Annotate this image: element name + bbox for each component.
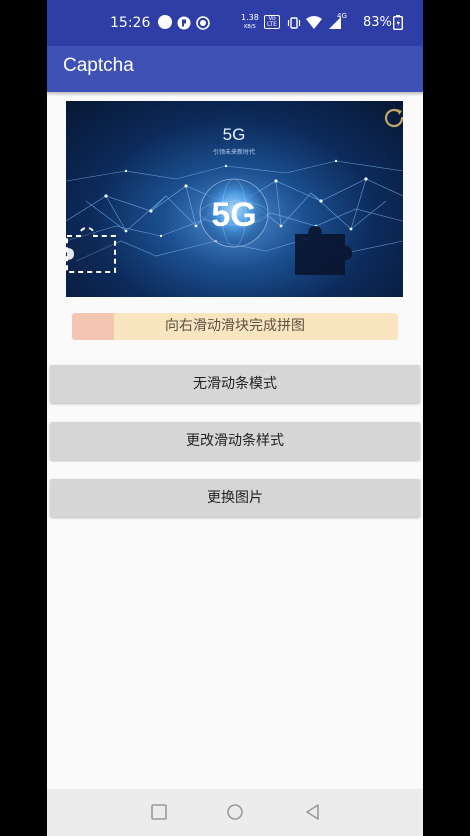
network-speed: 1.38 KB/S xyxy=(241,14,259,31)
status-bar: 15:26 1.38 KB/S Vo LTE 4G 83% xyxy=(47,0,423,46)
change-slider-style-button[interactable]: 更改滑动条样式 xyxy=(50,422,420,460)
app-title: Captcha xyxy=(63,55,134,76)
signal-icon: 4G xyxy=(327,12,347,29)
vibrate-icon xyxy=(287,15,301,29)
app-notification-icon xyxy=(177,15,191,30)
change-image-button[interactable]: 更换图片 xyxy=(50,479,420,517)
app-bar: Captcha xyxy=(47,46,423,92)
image-subheading: 引领未来新时代 xyxy=(213,148,255,156)
puzzle-piece xyxy=(66,226,116,273)
notification-icon xyxy=(158,15,172,29)
signal-type: 4G xyxy=(337,12,347,20)
puzzle-target-slot xyxy=(295,226,352,275)
network-speed-unit: KB/S xyxy=(244,24,256,30)
refresh-icon[interactable] xyxy=(382,106,406,130)
status-time: 15:26 xyxy=(110,15,151,31)
image-center-text: 5G xyxy=(211,196,256,234)
record-icon xyxy=(196,15,210,30)
image-heading: 5G xyxy=(223,125,246,144)
wifi-icon xyxy=(306,15,322,29)
no-slider-mode-button[interactable]: 无滑动条模式 xyxy=(50,365,420,403)
back-icon[interactable] xyxy=(303,802,323,822)
network-speed-value: 1.38 xyxy=(241,13,259,22)
recents-icon[interactable] xyxy=(149,802,169,822)
battery-percent: 83% xyxy=(363,15,392,30)
navigation-bar xyxy=(47,789,423,836)
volte-badge: Vo LTE xyxy=(264,15,280,29)
battery-icon xyxy=(392,15,404,31)
home-icon[interactable] xyxy=(225,802,245,822)
phone-screen: 15:26 1.38 KB/S Vo LTE 4G 83% Captcha 5G… xyxy=(47,0,423,836)
slider-hint: 向右滑动滑块完成拼图 xyxy=(165,318,305,334)
captcha-image: 5G 引领未来新时代 5G xyxy=(66,101,403,297)
